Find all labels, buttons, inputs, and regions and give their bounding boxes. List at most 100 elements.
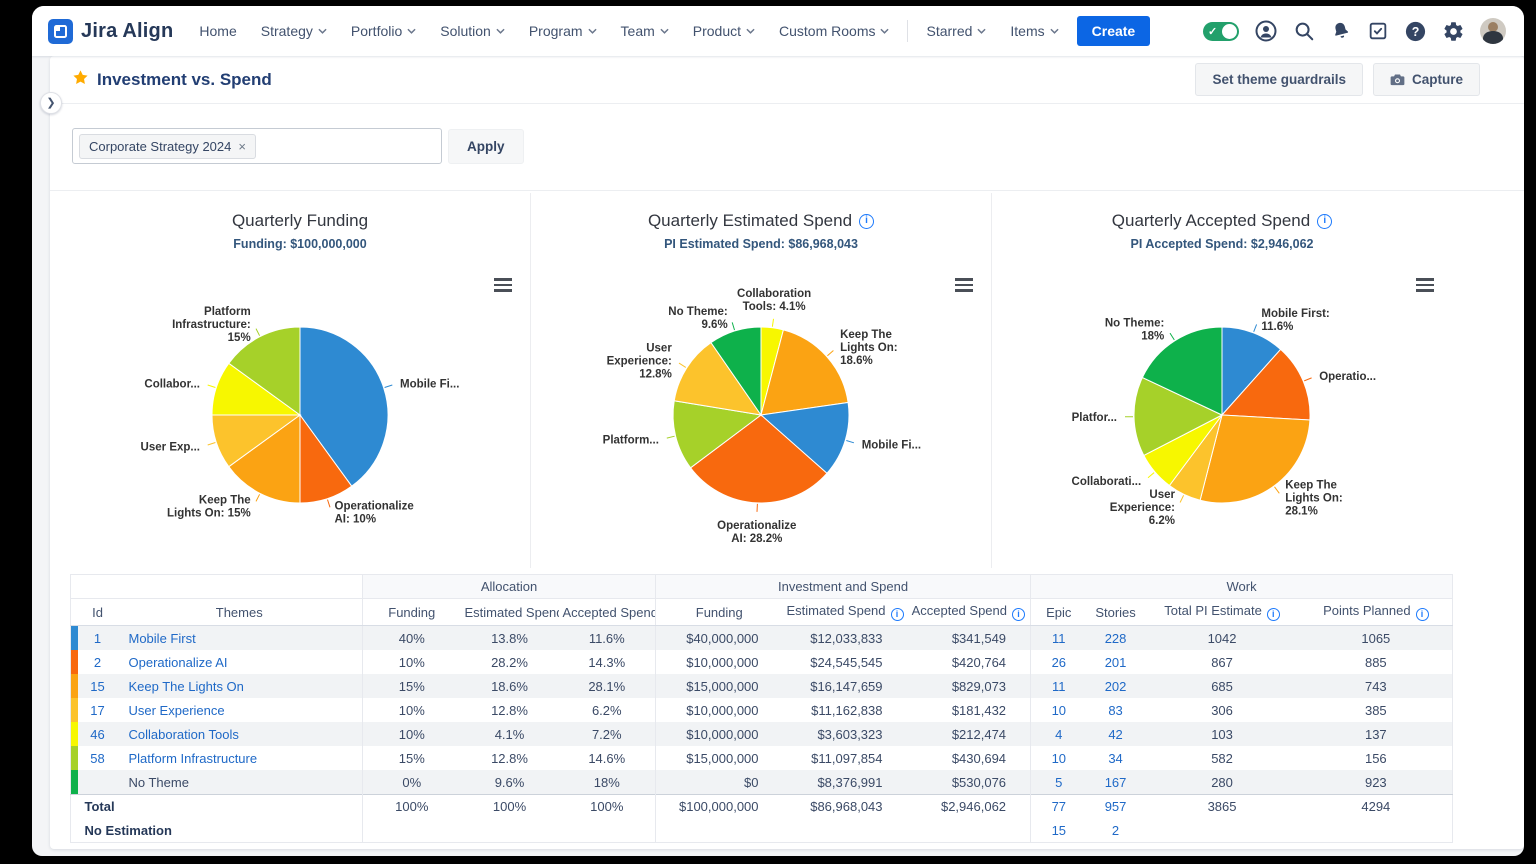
table-group-header: Allocation Investment and Spend Work — [71, 575, 1453, 599]
id-cell — [79, 770, 117, 795]
cell: 34 — [1087, 746, 1145, 770]
theme-id-link[interactable]: 15 — [90, 679, 104, 694]
user-avatar[interactable] — [1480, 18, 1506, 44]
theme-color-bar — [71, 674, 79, 698]
nav-item-items[interactable]: Items — [1010, 23, 1058, 39]
notifications-bell-icon[interactable] — [1330, 20, 1352, 42]
cell: 18% — [559, 770, 656, 795]
work-count-link[interactable]: 77 — [1052, 799, 1066, 814]
left-gutter: ❯ — [32, 56, 50, 856]
total-cell: 100% — [559, 795, 656, 819]
no-estimation-label: No Estimation — [79, 819, 363, 843]
label-connector — [679, 363, 686, 367]
info-icon[interactable]: i — [1012, 608, 1025, 621]
chart-context-menu-button[interactable] — [494, 275, 512, 295]
theme-id-link[interactable]: 1 — [94, 631, 101, 646]
theme-id-link[interactable]: 17 — [90, 703, 104, 718]
nav-item-starred[interactable]: Starred — [926, 23, 986, 39]
work-count-link[interactable]: 4 — [1055, 727, 1062, 742]
sidebar-expand-button[interactable]: ❯ — [40, 92, 62, 114]
theme-link[interactable]: Keep The Lights On — [129, 679, 244, 694]
cell: 156 — [1300, 746, 1453, 770]
nav-item-strategy[interactable]: Strategy — [261, 23, 327, 39]
nav-item-solution[interactable]: Solution — [440, 23, 505, 39]
create-button[interactable]: Create — [1077, 16, 1151, 46]
info-icon[interactable]: i — [859, 214, 874, 229]
apply-button[interactable]: Apply — [448, 129, 524, 164]
column-header-funding: Funding — [656, 599, 783, 626]
status-toggle-icon[interactable]: ✓ — [1203, 22, 1239, 41]
favorite-star-icon[interactable] — [72, 69, 89, 91]
pie-label: Keep TheLights On:28.1% — [1285, 479, 1343, 517]
total-cell: 3865 — [1145, 795, 1300, 819]
set-theme-guardrails-button[interactable]: Set theme guardrails — [1195, 63, 1363, 96]
pie-chart: CollaborationTools: 4.1%Keep TheLights O… — [531, 263, 991, 563]
tasks-checkbox-icon[interactable] — [1367, 20, 1389, 42]
work-count-link[interactable]: 10 — [1052, 751, 1066, 766]
work-count-link[interactable]: 11 — [1052, 679, 1066, 694]
cell: $10,000,000 — [656, 722, 783, 746]
search-icon[interactable] — [1293, 20, 1315, 42]
camera-icon — [1390, 73, 1405, 86]
chart-quarterly-estimated-spend: Quarterly Estimated Spend i PI Estimated… — [530, 193, 991, 568]
pie-chart: Mobile First:11.6%Operatio...Keep TheLig… — [992, 263, 1452, 563]
cell: $3,603,323 — [783, 722, 907, 746]
theme-color-bar — [71, 626, 79, 651]
info-icon[interactable]: i — [1317, 214, 1332, 229]
nav-item-program[interactable]: Program — [529, 23, 597, 39]
label-connector — [256, 494, 260, 501]
pie-label: PlatformInfrastructure:15% — [172, 306, 251, 344]
cell: 11 — [1031, 674, 1087, 698]
label-connector — [732, 322, 734, 330]
theme-id-link[interactable]: 58 — [90, 751, 104, 766]
nav-item-portfolio[interactable]: Portfolio — [351, 23, 416, 39]
nav-item-product[interactable]: Product — [693, 23, 755, 39]
nav-item-home[interactable]: Home — [199, 23, 236, 39]
account-icon[interactable] — [1254, 19, 1278, 43]
total-cell: 100% — [363, 795, 461, 819]
settings-gear-icon[interactable] — [1442, 20, 1465, 43]
theme-id-link[interactable]: 2 — [94, 655, 101, 670]
info-icon[interactable]: i — [1416, 608, 1429, 621]
work-count-link[interactable]: 26 — [1052, 655, 1066, 670]
work-count-link[interactable]: 34 — [1108, 751, 1122, 766]
nav-item-team[interactable]: Team — [621, 23, 669, 39]
work-count-link[interactable]: 42 — [1108, 727, 1122, 742]
work-count-link[interactable]: 228 — [1105, 631, 1127, 646]
theme-cell: Mobile First — [117, 626, 363, 651]
theme-link[interactable]: Operationalize AI — [129, 655, 228, 670]
cell: $24,545,545 — [783, 650, 907, 674]
work-count-link[interactable]: 957 — [1105, 799, 1127, 814]
table-row-no-theme: No Theme0%9.6%18%$0$8,376,991$530,076516… — [71, 770, 1453, 795]
work-count-link[interactable]: 83 — [1108, 703, 1122, 718]
total-cell: 77 — [1031, 795, 1087, 819]
work-count-link[interactable]: 11 — [1052, 631, 1066, 646]
nav-item-custom-rooms[interactable]: Custom Rooms — [779, 23, 889, 39]
chart-context-menu-button[interactable] — [1416, 275, 1434, 295]
work-count-link[interactable]: 2 — [1112, 823, 1119, 838]
work-count-link[interactable]: 201 — [1105, 655, 1127, 670]
work-count-link[interactable]: 202 — [1105, 679, 1127, 694]
info-icon[interactable]: i — [1267, 608, 1280, 621]
theme-link[interactable]: Mobile First — [129, 631, 196, 646]
capture-button[interactable]: Capture — [1373, 63, 1480, 96]
theme-filter-input[interactable]: Corporate Strategy 2024 × — [72, 128, 442, 164]
label-connector — [1170, 333, 1174, 340]
help-icon[interactable]: ? — [1404, 20, 1427, 43]
jira-align-logo[interactable]: Jira Align — [48, 19, 173, 44]
work-count-link[interactable]: 5 — [1055, 775, 1062, 790]
work-count-link[interactable]: 15 — [1052, 823, 1066, 838]
work-count-link[interactable]: 167 — [1105, 775, 1127, 790]
theme-link[interactable]: Collaboration Tools — [129, 727, 239, 742]
chart-context-menu-button[interactable] — [955, 275, 973, 295]
remove-tag-icon[interactable]: × — [238, 140, 246, 153]
info-icon[interactable]: i — [891, 608, 904, 621]
cell: 7.2% — [559, 722, 656, 746]
filter-tag[interactable]: Corporate Strategy 2024 × — [79, 134, 256, 159]
label-connector — [1304, 378, 1311, 381]
work-count-link[interactable]: 10 — [1052, 703, 1066, 718]
theme-link[interactable]: Platform Infrastructure — [129, 751, 258, 766]
theme-id-link[interactable]: 46 — [90, 727, 104, 742]
chart-quarterly-funding: Quarterly Funding i Funding: $100,000,00… — [70, 193, 530, 568]
theme-link[interactable]: User Experience — [129, 703, 225, 718]
